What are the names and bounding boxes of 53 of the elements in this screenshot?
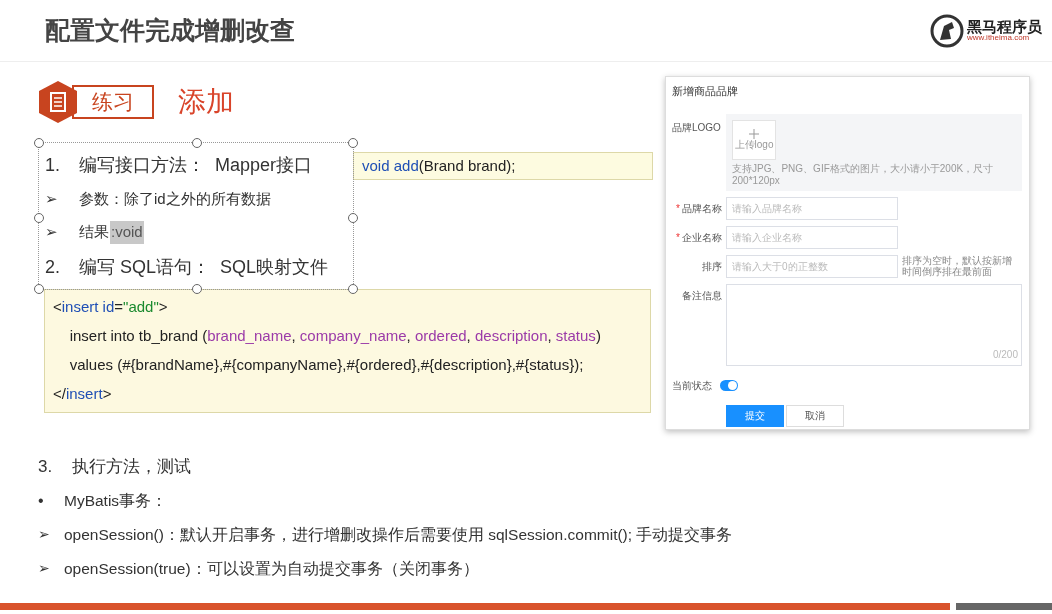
form-title: 新增商品品牌 xyxy=(672,84,739,99)
required-mark: * xyxy=(676,201,680,216)
field-label: 品牌LOGO xyxy=(672,120,722,135)
resize-handle[interactable] xyxy=(192,138,202,148)
upload-hint: 支持JPG、PNG、GIF格式的图片，大小请小于200K，尺寸200*120px xyxy=(732,162,995,187)
exercise-heading: 添加 xyxy=(178,85,234,119)
cancel-button[interactable]: 取消 xyxy=(786,404,844,427)
resize-handle[interactable] xyxy=(34,284,44,294)
character-counter: 0/200 xyxy=(992,347,1018,362)
input-field[interactable]: 请输入企业名称 xyxy=(726,225,898,249)
arrow-bullet: ➢ xyxy=(45,222,59,243)
bullet-marker: ➢ xyxy=(38,525,51,544)
note-text: openSession(true)：可以设置为自动提交事务（关闭事务） xyxy=(64,558,479,579)
selected-text: :void xyxy=(110,221,144,244)
bullet-marker: • xyxy=(38,490,45,511)
logo-name: 黑马程序员 xyxy=(967,19,1042,34)
resize-handle[interactable] xyxy=(34,213,44,223)
note-text: openSession()：默认开启事务，进行增删改操作后需要使用 sqlSession.commit(); 手动提交事务 xyxy=(64,524,733,545)
step-number: 3. xyxy=(38,455,54,478)
arrow-bullet: ➢ xyxy=(45,189,59,210)
code-line: values (#{brandName},#{companyName},#{ordered},#{description},#{status}); xyxy=(68,355,585,376)
step-text: 编写 SQL语句： SQL映射文件 xyxy=(79,255,329,279)
status-toggle[interactable] xyxy=(720,379,738,391)
resize-handle[interactable] xyxy=(348,213,358,223)
required-mark: * xyxy=(676,230,680,245)
step-number: 1. xyxy=(45,153,61,177)
plus-icon xyxy=(749,128,759,139)
slide-title: 配置文件完成增删改查 xyxy=(45,14,295,46)
bullet-marker: ➢ xyxy=(38,559,51,578)
code-box: void add(Brand brand); xyxy=(353,152,653,180)
field-label: 企业名称 xyxy=(682,230,722,245)
document-icon xyxy=(38,81,78,123)
field-label: 当前状态 xyxy=(672,378,713,393)
field-label: 备注信息 xyxy=(681,288,723,303)
resize-handle[interactable] xyxy=(34,138,44,148)
step-text: 参数：除了id之外的所有数据 xyxy=(79,189,271,210)
note-text: 执行方法，测试 xyxy=(72,455,191,478)
step-number: 2. xyxy=(45,255,61,279)
resize-handle[interactable] xyxy=(348,138,358,148)
upload-button[interactable]: 上传logo xyxy=(732,119,776,160)
code-line: insert into tb_brand (brand_name, company_name, ordered, description, status) xyxy=(68,326,602,347)
code-line: </insert> xyxy=(53,384,113,405)
horse-logo-icon xyxy=(930,13,964,48)
logo-url: www.itheima.com xyxy=(967,34,1030,42)
field-label: 品牌名称 xyxy=(682,201,722,216)
field-label: 排序 xyxy=(702,259,722,274)
step-text: 结果 xyxy=(79,222,109,243)
submit-button[interactable]: 提交 xyxy=(726,404,784,427)
code-line: <insert id="add"> xyxy=(53,297,169,318)
field-hint: 排序为空时，默认按新增时间倒序排在最前面 xyxy=(902,255,1013,277)
note-text: MyBatis事务： xyxy=(64,490,168,511)
remarks-field[interactable]: 0/200 xyxy=(726,283,1022,366)
step-text: 编写接口方法： Mapper接口 xyxy=(79,153,313,177)
